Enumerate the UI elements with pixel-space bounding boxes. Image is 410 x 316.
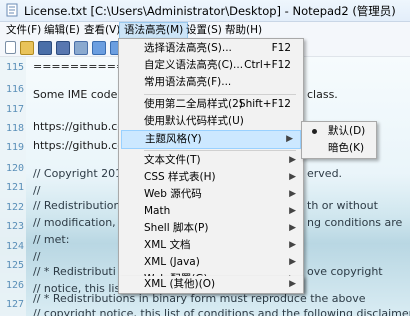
chevron-right-icon: ▶ bbox=[289, 189, 296, 199]
menu-file[interactable]: 文件(F) bbox=[2, 23, 45, 38]
menu-item-text-file[interactable]: 文本文件(T) ▶ bbox=[119, 152, 303, 169]
menu-item-theme[interactable]: 主题风格(Y) ▶ bbox=[121, 130, 301, 149]
chevron-right-icon: ▶ bbox=[289, 172, 296, 182]
line-number: 119 bbox=[5, 142, 24, 153]
menu-view[interactable]: 查看(V) bbox=[80, 23, 124, 38]
notepad-app-icon bbox=[6, 3, 18, 17]
menu-separator bbox=[144, 150, 296, 151]
line-number-gutter: 115 116 117 118 119 120 121 122 123 124 … bbox=[0, 57, 26, 316]
menu-help[interactable]: 帮助(H) bbox=[221, 23, 266, 38]
submenu-item-dark-theme[interactable]: 暗色(K) bbox=[302, 140, 376, 157]
menu-bar: 文件(F) 编辑(E) 查看(V) 语法高亮(M) 设置(S) 帮助(H) bbox=[0, 22, 410, 39]
chevron-right-icon: ▶ bbox=[286, 134, 293, 144]
menu-item-web-source[interactable]: Web 源代码 ▶ bbox=[119, 186, 303, 203]
code-line: // copyright notice, this list of condit… bbox=[33, 307, 410, 316]
chevron-right-icon: ▶ bbox=[289, 206, 296, 216]
line-number: 117 bbox=[5, 104, 24, 115]
code-line-fragment: erved. bbox=[307, 167, 343, 180]
save-icon[interactable] bbox=[38, 41, 52, 55]
save-as-icon[interactable] bbox=[56, 41, 70, 55]
menu-item-second-global-style[interactable]: 使用第二全局样式(2) Shift+F12 bbox=[119, 96, 303, 113]
chevron-right-icon: ▶ bbox=[289, 223, 296, 233]
syntax-menu: 选择语法高亮(S)... F12 自定义语法高亮(C)... Ctrl+F12 常用… bbox=[118, 38, 304, 292]
print-icon[interactable] bbox=[74, 41, 88, 55]
menu-separator bbox=[144, 94, 296, 95]
menu-item-custom-syntax[interactable]: 自定义语法高亮(C)... Ctrl+F12 bbox=[119, 57, 303, 74]
code-line-fragment: th or without bbox=[307, 199, 378, 212]
code-line: // bbox=[33, 250, 41, 263]
menu-item-select-syntax[interactable]: 选择语法高亮(S)... F12 bbox=[119, 40, 303, 57]
code-line-fragment: ng conditions are bbox=[307, 216, 403, 229]
chevron-right-icon: ▶ bbox=[289, 155, 296, 165]
line-number: 122 bbox=[5, 202, 24, 213]
line-number: 126 bbox=[5, 280, 24, 291]
code-line-fragment: ove copyright bbox=[307, 265, 383, 278]
menu-settings[interactable]: 设置(S) bbox=[182, 23, 226, 38]
radio-checked-icon bbox=[312, 129, 317, 134]
line-number: 120 bbox=[5, 163, 24, 174]
code-line: // * Redistributi bbox=[33, 265, 116, 278]
menu-item-math[interactable]: Math ▶ bbox=[119, 203, 303, 220]
open-folder-icon[interactable] bbox=[20, 41, 34, 55]
line-number: 118 bbox=[5, 123, 24, 134]
line-number: 115 bbox=[5, 62, 24, 73]
code-line: // bbox=[33, 184, 41, 197]
submenu-item-default-theme[interactable]: 默认(D) bbox=[302, 123, 376, 140]
menu-edit[interactable]: 编辑(E) bbox=[40, 23, 84, 38]
code-line: // Redistribution a bbox=[33, 199, 131, 212]
syntax-menu-tail: XML (其他)(O) ▶ bbox=[118, 276, 304, 294]
theme-submenu: 默认(D) 暗色(K) bbox=[301, 121, 377, 159]
line-number: 125 bbox=[5, 260, 24, 271]
menu-item-xml-java[interactable]: XML (Java) ▶ bbox=[119, 254, 303, 271]
menu-item-xml-document[interactable]: XML 文档 ▶ bbox=[119, 237, 303, 254]
code-line: // modification, a bbox=[33, 216, 126, 229]
menu-item-default-code-style[interactable]: 使用默认代码样式(U) bbox=[119, 113, 303, 130]
chevron-right-icon: ▶ bbox=[289, 279, 296, 289]
window-title: License.txt [C:\Users\Administrator\Desk… bbox=[24, 4, 396, 18]
line-number: 121 bbox=[5, 182, 24, 193]
line-number: 124 bbox=[5, 241, 24, 252]
code-line: ========== bbox=[33, 60, 126, 73]
code-line: Some IME code b bbox=[33, 88, 128, 101]
menu-item-favorite-syntax[interactable]: 常用语法高亮(F)... bbox=[119, 74, 303, 91]
title-bar: License.txt [C:\Users\Administrator\Desk… bbox=[0, 0, 410, 22]
menu-item-shell-script[interactable]: Shell 脚本(P) ▶ bbox=[119, 220, 303, 237]
code-line-fragment: class. bbox=[307, 88, 338, 101]
menu-item-xml-other[interactable]: XML (其他)(O) ▶ bbox=[119, 276, 303, 293]
menu-item-css[interactable]: CSS 样式表(H) ▶ bbox=[119, 169, 303, 186]
chevron-right-icon: ▶ bbox=[289, 240, 296, 250]
line-number: 127 bbox=[5, 299, 24, 310]
new-file-icon[interactable] bbox=[5, 41, 16, 54]
chevron-right-icon: ▶ bbox=[289, 257, 296, 267]
line-number: 116 bbox=[5, 84, 24, 95]
undo-icon[interactable] bbox=[92, 41, 106, 55]
line-number: 123 bbox=[5, 221, 24, 232]
code-line: // met: bbox=[33, 233, 70, 246]
code-line: // Copyright 2015 bbox=[33, 167, 130, 180]
menu-syntax[interactable]: 语法高亮(M) bbox=[119, 22, 189, 39]
